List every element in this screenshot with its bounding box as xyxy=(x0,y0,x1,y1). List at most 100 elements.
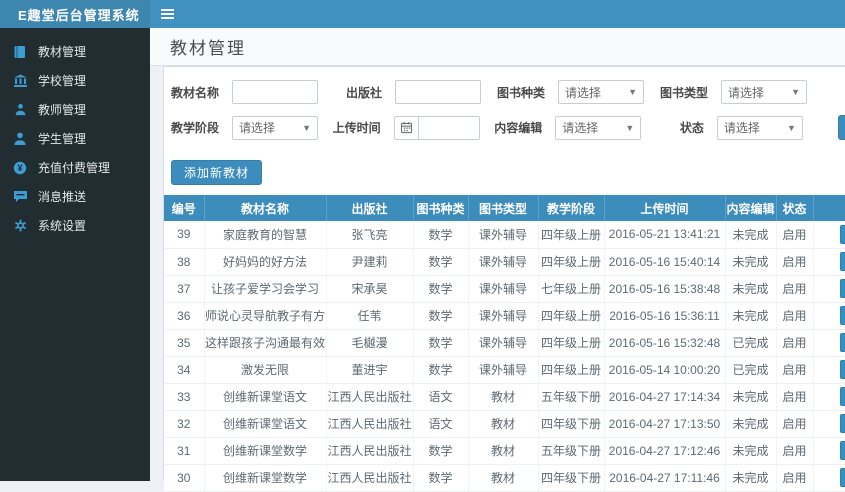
hamburger-icon[interactable] xyxy=(150,0,184,28)
add-textbook-button[interactable]: 添加新教材 xyxy=(171,160,262,185)
upload-time-input[interactable] xyxy=(418,116,480,140)
column-header: 内容编辑 xyxy=(725,195,776,221)
table-cell: 教材 xyxy=(468,437,538,464)
table-cell: 2016-04-27 17:13:50 xyxy=(604,410,725,437)
chevron-down-icon: ▼ xyxy=(628,87,637,97)
chevron-down-icon: ▼ xyxy=(625,123,634,133)
row-action-button[interactable] xyxy=(840,279,845,298)
table-cell: 数学 xyxy=(413,464,468,491)
filter-form: 教材名称出版社图书种类请选择▼图书类型请选择▼教学阶段请选择▼上传时间内容编辑请… xyxy=(164,67,845,153)
table-row: 39家庭教育的智慧张飞亮数学课外辅导四年级上册2016-05-21 13:41:… xyxy=(164,221,845,248)
table-cell: 未完成 xyxy=(725,383,776,410)
row-action-button[interactable] xyxy=(840,306,845,325)
table-cell: 2016-04-27 17:14:34 xyxy=(604,383,725,410)
table-cell: 数学 xyxy=(413,302,468,329)
table-cell: 数学 xyxy=(413,329,468,356)
payment-icon: ¥ xyxy=(12,161,28,175)
table-cell: 任苇 xyxy=(326,302,413,329)
sidebar-item-payment[interactable]: ¥ 充值付费管理 xyxy=(0,153,150,182)
table-cell: 启用 xyxy=(776,383,813,410)
table-cell: 2016-05-16 15:38:48 xyxy=(604,275,725,302)
table-cell: 39 xyxy=(164,221,204,248)
sidebar-item-school[interactable]: 学校管理 xyxy=(0,66,150,95)
table-cell: 未完成 xyxy=(725,437,776,464)
status-select[interactable]: 请选择▼ xyxy=(717,116,803,140)
row-action-button[interactable] xyxy=(840,333,845,352)
table-row: 34激发无限董进宇数学课外辅导四年级上册2016-05-14 10:00:20已… xyxy=(164,356,845,383)
actions-cell xyxy=(813,275,845,302)
table-cell: 37 xyxy=(164,275,204,302)
table-cell: 33 xyxy=(164,383,204,410)
chevron-down-icon: ▼ xyxy=(302,123,311,133)
row-action-button[interactable] xyxy=(840,468,845,487)
sidebar-item-student[interactable]: 学生管理 xyxy=(0,124,150,153)
actions-cell xyxy=(813,410,845,437)
table-row: 35这样跟孩子沟通最有效毛樾漫数学课外辅导四年级上册2016-05-16 15:… xyxy=(164,329,845,356)
book-type-select[interactable]: 请选择▼ xyxy=(721,80,807,104)
row-action-button[interactable] xyxy=(840,225,845,244)
sidebar-item-label: 充值付费管理 xyxy=(38,159,110,176)
sidebar: 教材管理学校管理教师管理学生管理 ¥ 充值付费管理消息推送系统设置 xyxy=(0,28,150,481)
actions-cell xyxy=(813,464,845,491)
textbook-name-input[interactable] xyxy=(232,80,318,104)
table-row: 36师说心灵导航教子有方任苇数学课外辅导四年级上册2016-05-16 15:3… xyxy=(164,302,845,329)
sidebar-item-textbook[interactable]: 教材管理 xyxy=(0,37,150,66)
table-cell: 数学 xyxy=(413,275,468,302)
sidebar-item-settings[interactable]: 系统设置 xyxy=(0,211,150,240)
content-editor-label: 内容编辑 xyxy=(487,119,542,136)
table-cell: 张飞亮 xyxy=(326,221,413,248)
table-header-row: 编号教材名称出版社图书种类图书类型教学阶段上传时间内容编辑状态 xyxy=(164,195,845,221)
table-cell: 课外辅导 xyxy=(468,356,538,383)
table-cell: 四年级下册 xyxy=(538,410,604,437)
svg-text:¥: ¥ xyxy=(17,163,22,173)
navbar xyxy=(150,0,845,28)
column-header: 出版社 xyxy=(326,195,413,221)
row-action-button[interactable] xyxy=(840,360,845,379)
publisher-input[interactable] xyxy=(395,80,481,104)
row-action-button[interactable] xyxy=(840,441,845,460)
actions-cell xyxy=(813,221,845,248)
sidebar-item-label: 消息推送 xyxy=(38,188,86,205)
status-selected-value: 请选择 xyxy=(724,119,787,136)
gear-icon xyxy=(12,219,28,233)
book-kind-select[interactable]: 请选择▼ xyxy=(558,80,644,104)
sidebar-item-label: 系统设置 xyxy=(38,217,86,234)
table-cell: 语文 xyxy=(413,383,468,410)
row-action-button[interactable] xyxy=(840,252,845,271)
table-row: 32创维新课堂语文江西人民出版社语文教材四年级下册2016-04-27 17:1… xyxy=(164,410,845,437)
content-editor-select[interactable]: 请选择▼ xyxy=(555,116,641,140)
actions-cell xyxy=(813,248,845,275)
sidebar-item-label: 学校管理 xyxy=(38,72,86,89)
teacher-icon xyxy=(12,103,28,117)
search-button[interactable]: 搜索 xyxy=(838,115,845,140)
filter-group-publisher: 出版社 xyxy=(327,80,490,104)
table-cell: 毛樾漫 xyxy=(326,329,413,356)
table-cell: 2016-05-16 15:40:14 xyxy=(604,248,725,275)
filter-group-book-type: 图书类型请选择▼ xyxy=(653,80,816,104)
table-cell: 四年级上册 xyxy=(538,221,604,248)
table-cell: 31 xyxy=(164,437,204,464)
row-action-button[interactable] xyxy=(840,414,845,433)
book-icon xyxy=(12,45,28,59)
table-cell: 江西人民出版社 xyxy=(326,410,413,437)
table-cell: 未完成 xyxy=(725,275,776,302)
filter-group-teach-stage: 教学阶段请选择▼ xyxy=(164,116,326,140)
teach-stage-select[interactable]: 请选择▼ xyxy=(232,116,318,140)
row-action-button[interactable] xyxy=(840,387,845,406)
table-cell: 四年级上册 xyxy=(538,356,604,383)
table-cell: 2016-05-16 15:32:48 xyxy=(604,329,725,356)
book-kind-selected-value: 请选择 xyxy=(565,84,628,101)
table-cell: 38 xyxy=(164,248,204,275)
table-row: 37让孩子爱学习会学习宋承昊数学课外辅导七年级上册2016-05-16 15:3… xyxy=(164,275,845,302)
table-cell: 这样跟孩子沟通最有效 xyxy=(204,329,326,356)
table-cell: 启用 xyxy=(776,302,813,329)
table-cell: 创维新课堂数学 xyxy=(204,437,326,464)
calendar-icon[interactable] xyxy=(394,116,418,140)
app-title: E趣堂后台管理系统 xyxy=(0,0,150,28)
sidebar-item-teacher[interactable]: 教师管理 xyxy=(0,95,150,124)
actions-cell xyxy=(813,302,845,329)
table-cell: 未完成 xyxy=(725,248,776,275)
table-cell: 课外辅导 xyxy=(468,302,538,329)
table-cell: 启用 xyxy=(776,221,813,248)
sidebar-item-message[interactable]: 消息推送 xyxy=(0,182,150,211)
